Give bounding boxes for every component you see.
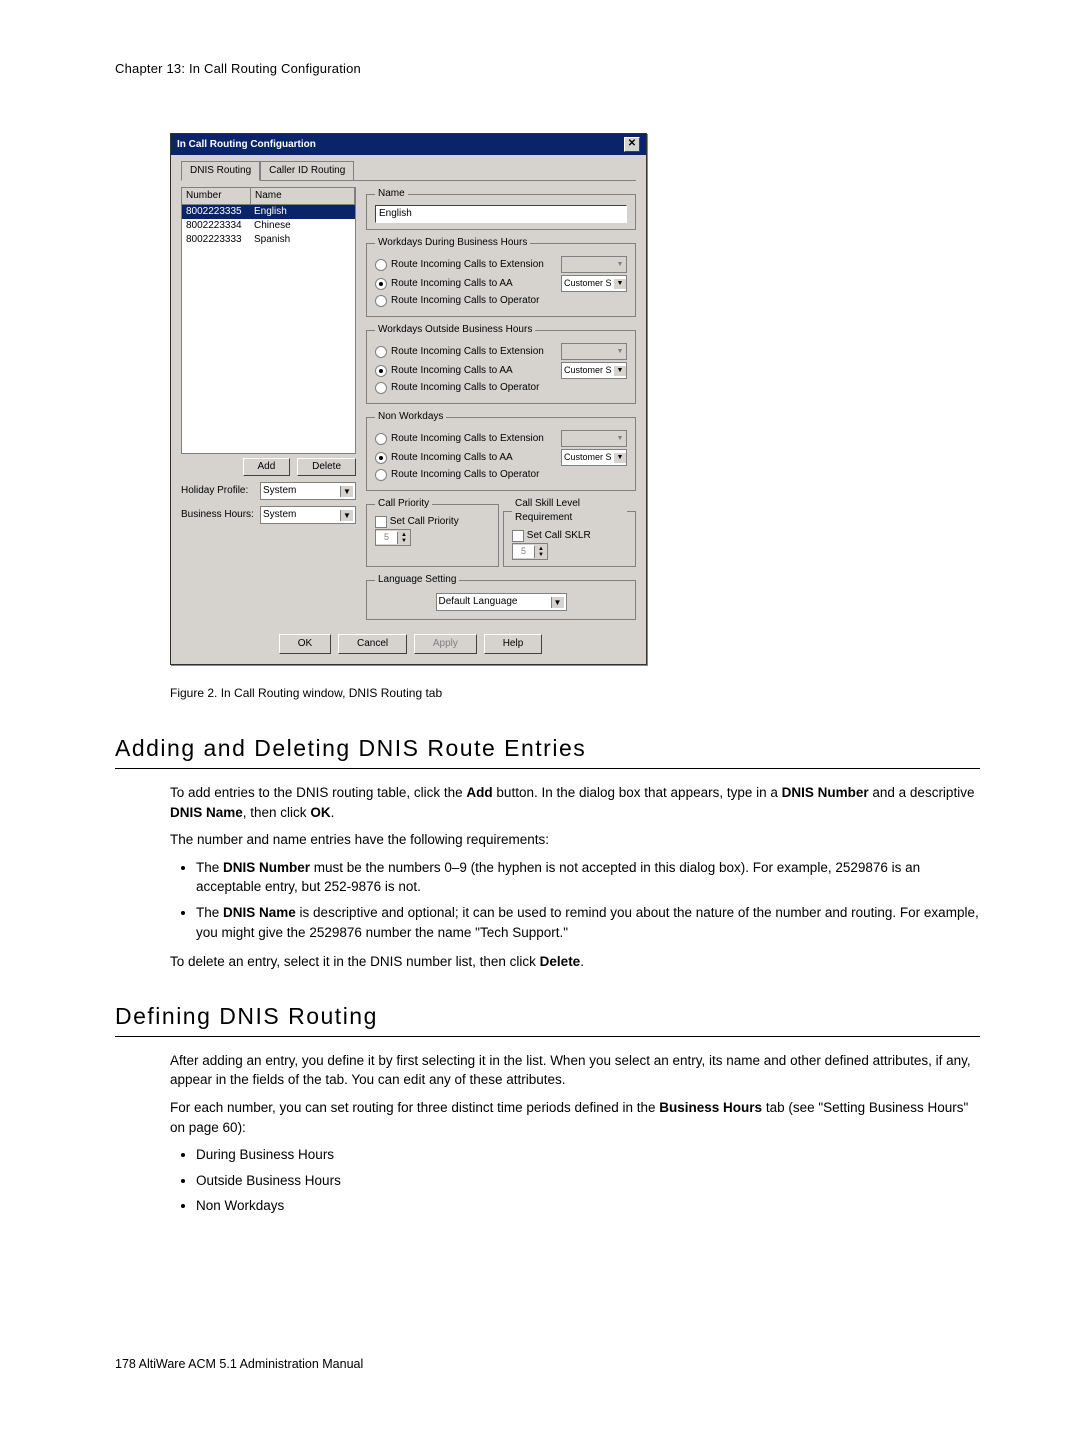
chevron-down-icon: ▼ [340,486,353,497]
section1-title: Adding and Deleting DNIS Route Entries [115,732,980,769]
radio-to-operator[interactable] [375,382,387,394]
tab-caller-id-routing[interactable]: Caller ID Routing [260,161,354,180]
delete-button[interactable]: Delete [297,458,356,476]
legend-g2: Workdays Outside Business Hours [375,323,535,337]
chevron-down-icon: ▼ [551,597,564,608]
radio-to-operator[interactable] [375,295,387,307]
chevron-down-icon: ▼ [340,510,353,521]
chapter-header: Chapter 13: In Call Routing Configuratio… [115,60,980,78]
workdays-during-fieldset: Workdays During Business Hours Route Inc… [366,236,636,317]
table-row[interactable]: 8002223334 Chinese [182,219,355,233]
legend-g1: Workdays During Business Hours [375,236,530,250]
dialog-title-text: In Call Routing Configuartion [177,138,316,152]
aa-select[interactable]: Customer S▼ [561,362,627,379]
extension-select[interactable]: ▼ [561,343,627,360]
extension-select[interactable]: ▼ [561,430,627,447]
sklr-stepper[interactable]: 5▲▼ [512,543,548,560]
name-fieldset: Name English [366,187,636,230]
radio-to-aa[interactable] [375,452,387,464]
aa-select[interactable]: Customer S▼ [561,275,627,292]
set-priority-checkbox[interactable] [375,516,387,528]
name-input[interactable]: English [375,205,627,223]
radio-to-aa[interactable] [375,278,387,290]
radio-to-operator[interactable] [375,469,387,481]
col-header-number: Number [182,188,251,205]
holiday-profile-label: Holiday Profile: [181,484,256,498]
legend-priority: Call Priority [375,497,432,511]
sklr-fieldset: Call Skill Level Requirement Set Call SK… [503,497,636,567]
tab-bar: DNIS Routing Caller ID Routing [181,161,636,181]
priority-stepper[interactable]: 5▲▼ [375,529,411,546]
extension-select[interactable]: ▼ [561,256,627,273]
table-row[interactable]: 8002223335 English [182,205,355,219]
dialog-titlebar: In Call Routing Configuartion ✕ [171,134,646,155]
close-icon[interactable]: ✕ [624,137,640,152]
radio-to-extension[interactable] [375,346,387,358]
tab-dnis-routing[interactable]: DNIS Routing [181,161,260,181]
page-footer: 178 AltiWare ACM 5.1 Administration Manu… [115,1356,980,1374]
section2-title: Defining DNIS Routing [115,1000,980,1037]
name-legend: Name [375,187,408,201]
dialog-window: In Call Routing Configuartion ✕ DNIS Rou… [170,133,647,665]
dnis-table[interactable]: Number Name 8002223335 English 800222333… [181,187,356,454]
figure-caption: Figure 2. In Call Routing window, DNIS R… [170,685,980,702]
cancel-button[interactable]: Cancel [338,634,407,654]
ok-button[interactable]: OK [279,634,331,654]
table-row[interactable]: 8002223333 Spanish [182,233,355,247]
radio-to-aa[interactable] [375,365,387,377]
legend-lang: Language Setting [375,573,459,587]
legend-g3: Non Workdays [375,410,446,424]
help-button[interactable]: Help [484,634,543,654]
radio-to-extension[interactable] [375,433,387,445]
language-select[interactable]: Default Language ▼ [436,593,567,611]
set-sklr-checkbox[interactable] [512,530,524,542]
apply-button[interactable]: Apply [414,634,477,654]
add-button[interactable]: Add [243,458,291,476]
section1-body: To add entries to the DNIS routing table… [170,783,980,972]
business-hours-select[interactable]: System ▼ [260,506,356,524]
radio-to-extension[interactable] [375,259,387,271]
screenshot-figure: In Call Routing Configuartion ✕ DNIS Rou… [170,133,980,665]
workdays-outside-fieldset: Workdays Outside Business Hours Route In… [366,323,636,404]
language-fieldset: Language Setting Default Language ▼ [366,573,636,620]
aa-select[interactable]: Customer S▼ [561,449,627,466]
business-hours-label: Business Hours: [181,508,256,522]
section2-body: After adding an entry, you define it by … [170,1051,980,1216]
non-workdays-fieldset: Non Workdays Route Incoming Calls to Ext… [366,410,636,491]
legend-sklr: Call Skill Level Requirement [512,497,627,525]
col-header-name: Name [251,188,355,205]
holiday-profile-select[interactable]: System ▼ [260,482,356,500]
call-priority-fieldset: Call Priority Set Call Priority 5▲▼ [366,497,499,567]
